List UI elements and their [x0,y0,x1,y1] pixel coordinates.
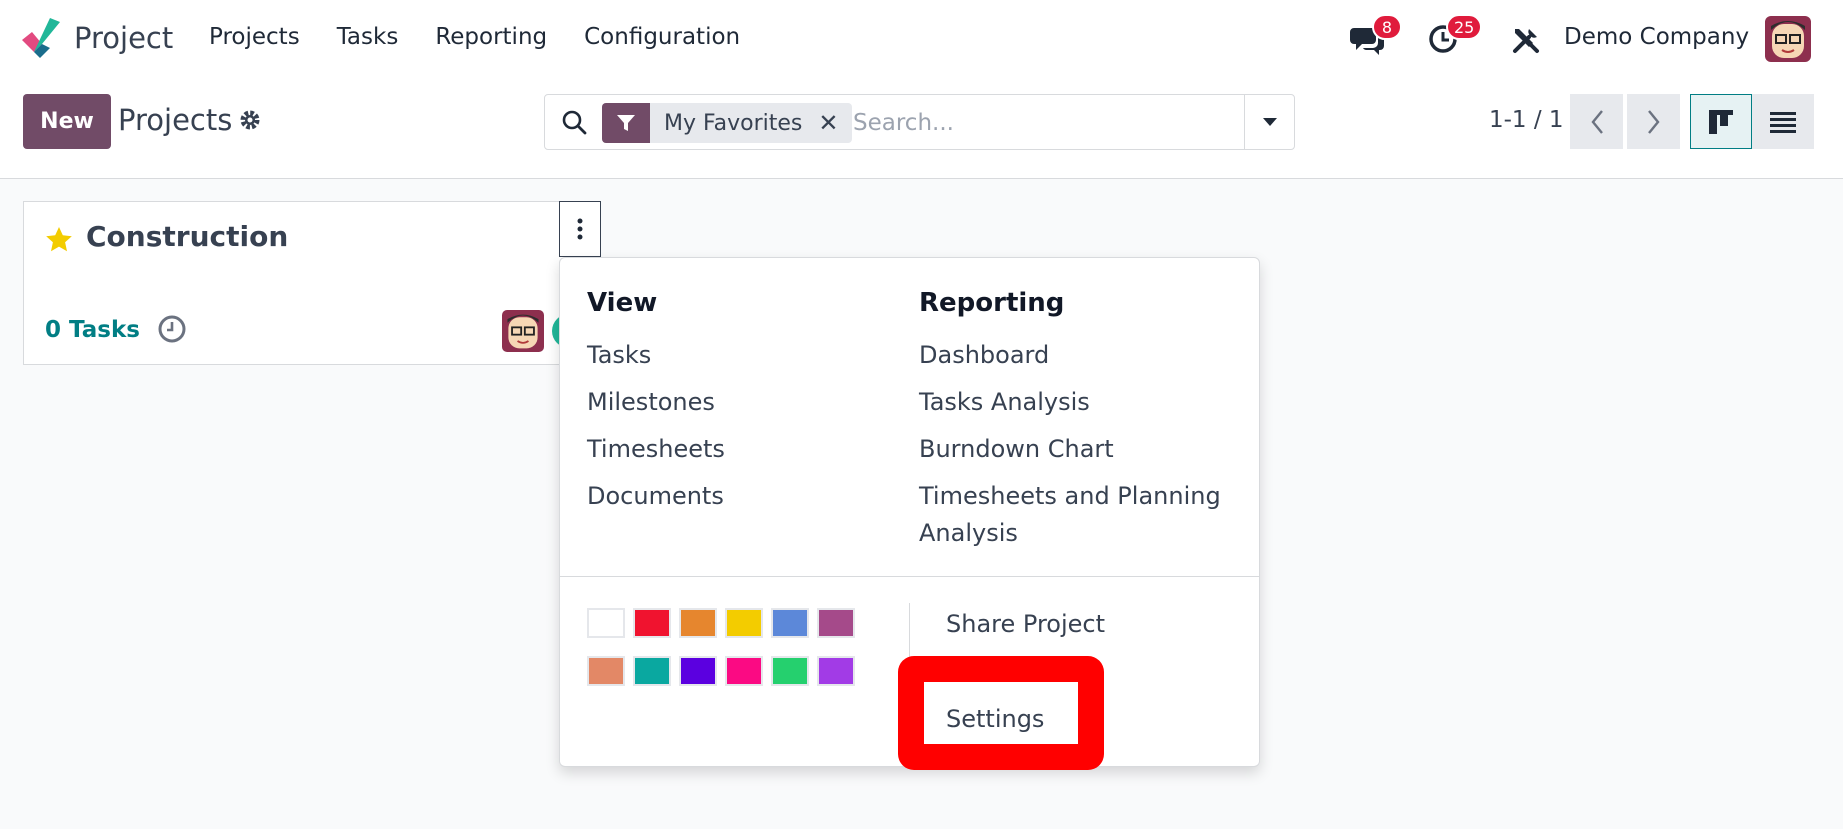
caret-down-icon [1262,118,1277,126]
activities-button[interactable]: 25 [1428,14,1483,58]
project-title: Construction [86,220,289,253]
app-brand[interactable]: Project [20,18,173,58]
menu-divider [560,576,1259,577]
breadcrumb: Projects [118,103,233,137]
gear-icon[interactable] [238,108,262,136]
highlight-annotation [898,656,1104,770]
filter-icon [602,103,650,143]
color-swatch[interactable] [633,608,671,638]
menu-reporting[interactable]: Reporting [435,24,547,50]
search-icon[interactable] [561,109,587,139]
menu-item-timesheets-planning-cont[interactable]: Analysis [919,515,1018,552]
search-facet: My Favorites ✕ [602,103,853,143]
card-menu-button[interactable] [559,201,601,257]
menu-item-burndown-chart[interactable]: Burndown Chart [919,431,1114,468]
color-swatch[interactable] [587,608,625,638]
top-navbar: Project Projects Tasks Reporting Configu… [0,0,1843,80]
kebab-menu-icon [577,218,583,240]
menu-item-tasks-analysis[interactable]: Tasks Analysis [919,384,1090,421]
main-menu: Projects Tasks Reporting Configuration [209,24,740,50]
color-swatch[interactable] [679,656,717,686]
favorite-star-icon[interactable] [45,226,73,258]
menu-item-dashboard[interactable]: Dashboard [919,337,1049,374]
color-swatch[interactable] [587,656,625,686]
new-button[interactable]: New [23,94,111,149]
pager-previous-button[interactable] [1570,94,1623,149]
menu-item-timesheets-planning[interactable]: Timesheets and Planning [919,478,1221,515]
project-manager-avatar[interactable] [502,310,544,352]
color-swatch[interactable] [771,656,809,686]
color-swatch[interactable] [679,608,717,638]
search-input[interactable] [853,105,1233,141]
view-heading: View [587,288,658,318]
user-avatar[interactable] [1765,16,1811,62]
kanban-icon [1709,109,1733,134]
menu-item-documents[interactable]: Documents [587,478,724,515]
search-box: My Favorites ✕ [544,94,1295,150]
debug-tools-button[interactable] [1511,25,1541,59]
project-logo-icon [22,18,60,58]
kanban-view-button[interactable] [1690,94,1752,149]
menu-projects[interactable]: Projects [209,24,300,50]
color-swatch[interactable] [817,656,855,686]
messages-button[interactable]: 8 [1350,14,1402,60]
color-swatch[interactable] [725,656,763,686]
tools-icon [1513,29,1539,53]
chevron-left-icon [1590,109,1603,134]
list-view-button[interactable] [1752,94,1814,149]
pager-next-button[interactable] [1627,94,1680,149]
activity-clock-icon[interactable] [157,314,187,348]
app-title: Project [74,21,174,55]
color-swatch[interactable] [633,656,671,686]
color-swatch[interactable] [771,608,809,638]
avatar-icon [1765,16,1811,62]
list-icon [1770,111,1796,133]
facet-remove-icon[interactable]: ✕ [818,109,852,137]
pager-value[interactable]: 1-1 / 1 [1489,107,1564,133]
color-swatch[interactable] [725,608,763,638]
menu-item-milestones[interactable]: Milestones [587,384,715,421]
tasks-count-link[interactable]: 0 Tasks [45,317,140,343]
messages-badge: 8 [1372,14,1402,40]
menu-item-tasks[interactable]: Tasks [587,337,651,374]
control-panel: New Projects My Favorites ✕ 1-1 / 1 [0,80,1843,179]
chevron-right-icon [1647,109,1660,134]
facet-label: My Favorites [664,110,803,136]
color-swatch[interactable] [817,608,855,638]
share-project-item[interactable]: Share Project [946,606,1105,643]
project-card[interactable]: Construction 0 Tasks [23,201,600,365]
activities-badge: 25 [1446,14,1483,40]
company-switcher[interactable]: Demo Company [1564,24,1749,50]
avatar-icon [502,310,544,352]
reporting-heading: Reporting [919,288,1065,318]
menu-configuration[interactable]: Configuration [584,24,740,50]
search-options-toggle[interactable] [1244,95,1294,149]
menu-tasks[interactable]: Tasks [337,24,399,50]
menu-item-timesheets[interactable]: Timesheets [587,431,725,468]
